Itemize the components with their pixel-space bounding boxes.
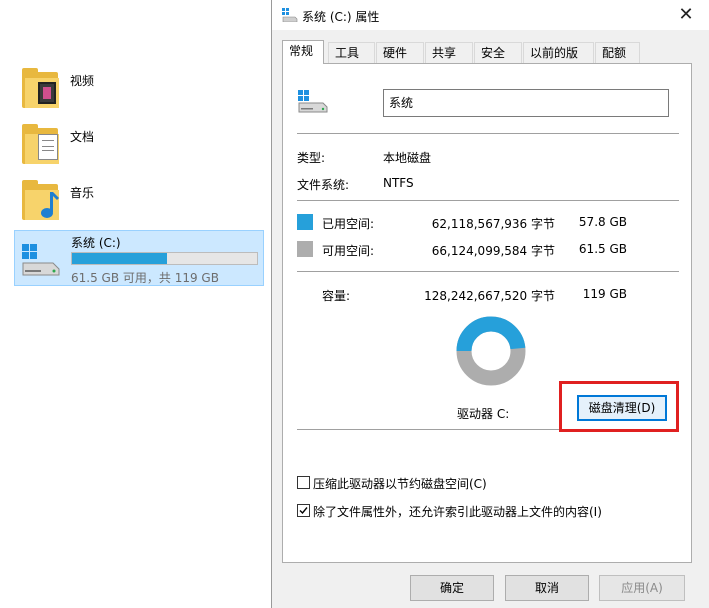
filesystem-label: 文件系统:: [297, 178, 350, 192]
folder-label-videos[interactable]: 视频: [70, 72, 94, 89]
index-contents-checkbox[interactable]: [297, 504, 310, 517]
disk-cleanup-highlight-box: [559, 381, 679, 432]
general-tab-panel: 系统 类型: 本地磁盘 文件系统: NTFS 已用空间: 62,118,567,…: [282, 63, 692, 563]
music-folder-icon[interactable]: [22, 180, 62, 222]
drive-name: 系统 (C:): [71, 236, 121, 250]
drive-c-item[interactable]: 系统 (C:) 61.5 GB 可用，共 119 GB: [14, 230, 264, 286]
drive-usage-fill: [72, 253, 168, 264]
drive-icon: [22, 244, 60, 276]
tab-tools[interactable]: 工具: [328, 42, 375, 63]
tab-quota[interactable]: 配额: [595, 42, 640, 63]
ok-button[interactable]: 确定: [410, 575, 494, 601]
drive-name-input[interactable]: 系统: [383, 89, 669, 117]
close-icon[interactable]: ✕: [677, 6, 695, 24]
apply-button[interactable]: 应用(A): [599, 575, 685, 601]
dialog-title: 系统 (C:) 属性: [302, 10, 380, 24]
free-space-swatch: [297, 241, 313, 257]
type-label: 类型:: [297, 151, 326, 165]
used-space-label: 已用空间:: [322, 217, 375, 231]
used-space-swatch: [297, 214, 313, 230]
drive-usage-bar: [71, 252, 258, 265]
tab-hardware[interactable]: 硬件: [376, 42, 424, 63]
title-bar[interactable]: 系统 (C:) 属性 ✕: [272, 0, 709, 30]
documents-folder-icon[interactable]: [22, 124, 62, 166]
capacity-label: 容量:: [322, 289, 351, 303]
drive-letter-label: 驱动器 C:: [457, 407, 510, 421]
free-space-bytes: 66,124,099,584 字节: [431, 244, 555, 258]
used-space-bytes: 62,118,567,936 字节: [431, 217, 555, 231]
free-space-gb: 61.5 GB: [578, 242, 627, 256]
divider: [297, 200, 679, 201]
index-contents-label[interactable]: 除了文件属性外，还允许索引此驱动器上文件的内容(I): [313, 503, 602, 520]
explorer-pane: 视频 文档 音乐 系统 (C:) 61.5 GB 可用，共 119 GB: [0, 0, 272, 608]
drive-title-icon: [282, 8, 298, 22]
type-value: 本地磁盘: [383, 151, 432, 165]
divider: [297, 133, 679, 134]
divider: [297, 271, 679, 272]
compress-drive-checkbox[interactable]: [297, 476, 310, 489]
used-space-gb: 57.8 GB: [578, 215, 627, 229]
video-folder-icon[interactable]: [22, 68, 62, 110]
tab-sharing[interactable]: 共享: [425, 42, 473, 63]
filesystem-value: NTFS: [383, 176, 414, 190]
tab-security[interactable]: 安全: [474, 42, 522, 63]
properties-dialog: 系统 (C:) 属性 ✕ 常规 工具 硬件 共享 安全 以前的版本 配额 系统 …: [271, 0, 709, 608]
tab-previous-versions[interactable]: 以前的版本: [523, 42, 594, 80]
folder-label-documents[interactable]: 文档: [70, 128, 94, 145]
drive-large-icon: [298, 90, 328, 113]
capacity-bytes: 128,242,667,520 字节: [424, 289, 555, 303]
usage-donut-chart: [456, 316, 526, 386]
cancel-button[interactable]: 取消: [505, 575, 589, 601]
folder-label-music[interactable]: 音乐: [70, 184, 94, 201]
capacity-gb: 119 GB: [582, 287, 627, 301]
compress-drive-label[interactable]: 压缩此驱动器以节约磁盘空间(C): [313, 475, 487, 492]
free-space-label: 可用空间:: [322, 244, 375, 258]
drive-space-text: 61.5 GB 可用，共 119 GB: [71, 271, 219, 285]
tab-general[interactable]: 常规: [282, 40, 324, 64]
